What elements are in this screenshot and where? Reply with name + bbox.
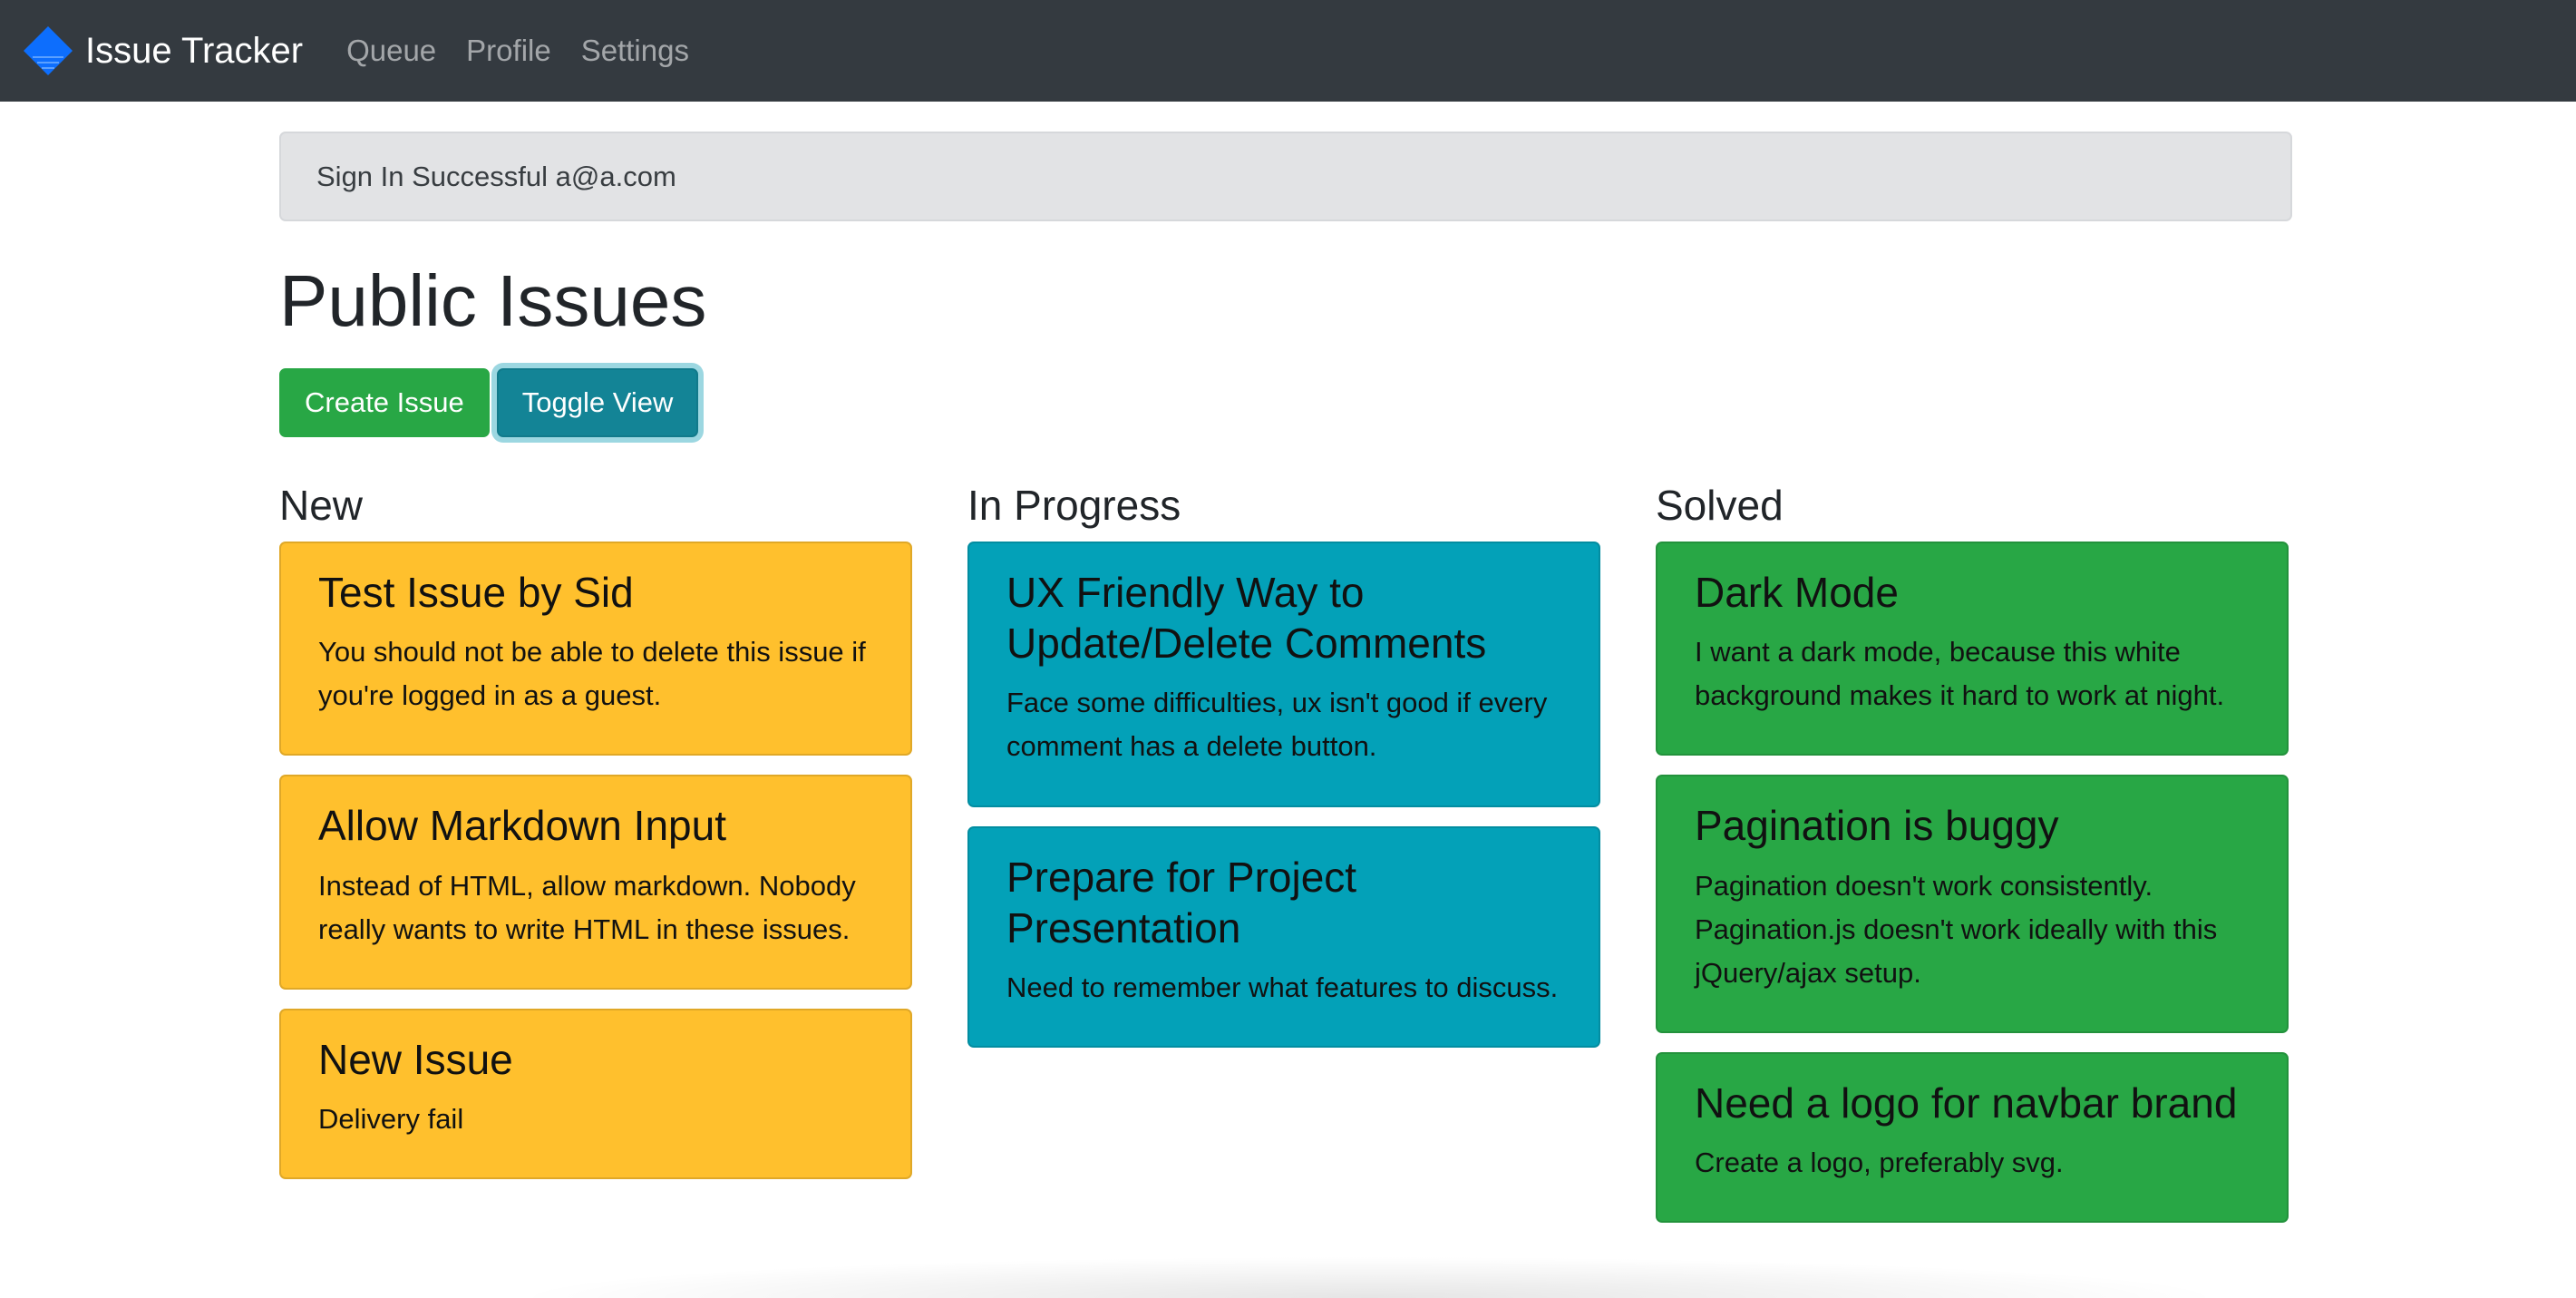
issue-title: Allow Markdown Input (318, 802, 726, 850)
navbar-brand[interactable]: Issue Tracker (22, 24, 303, 77)
issue-description: You should not be able to delete this is… (318, 636, 866, 712)
diamond-logo-icon (24, 26, 73, 75)
issue-title: New Issue (318, 1035, 513, 1083)
nav-link-profile[interactable]: Profile (466, 34, 551, 68)
issue-card[interactable]: Allow Markdown Input Instead of HTML, al… (279, 775, 912, 990)
issue-description: Delivery fail (318, 1102, 464, 1135)
nav-link-settings[interactable]: Settings (581, 34, 689, 68)
page-title: Public Issues (279, 260, 707, 341)
issue-card[interactable]: Prepare for Project Presentation Need to… (967, 825, 1600, 1048)
issue-title: UX Friendly Way to Update/Delete Comment… (1006, 569, 1487, 668)
issue-card[interactable]: Need a logo for navbar brand Create a lo… (1656, 1051, 2289, 1223)
column-title-in-progress: In Progress (967, 482, 1181, 529)
column-title-new: New (279, 482, 364, 529)
issue-title: Dark Mode (1695, 569, 1899, 617)
signin-alert: Sign In Successful a@a.com (279, 132, 2292, 221)
nav-link-queue[interactable]: Queue (346, 34, 436, 68)
column-solved: Solved Dark Mode I want a dark mode, bec… (1656, 481, 2289, 1242)
issue-card[interactable]: New Issue Delivery fail (279, 1008, 912, 1179)
create-issue-button[interactable]: Create Issue (279, 368, 490, 437)
issue-title: Prepare for Project Presentation (1006, 853, 1357, 952)
toggle-view-button[interactable]: Toggle View (496, 368, 699, 437)
issue-title: Pagination is buggy (1695, 802, 2059, 850)
issue-description: Create a logo, preferably svg. (1695, 1146, 2064, 1178)
issue-card[interactable]: Test Issue by Sid You should not be able… (279, 542, 912, 756)
column-in-progress: In Progress UX Friendly Way to Update/De… (967, 481, 1600, 1242)
top-navbar: Issue Tracker Queue Profile Settings (0, 0, 2576, 102)
main-container: Sign In Successful a@a.com Public Issues… (279, 132, 2292, 1242)
issue-title: Test Issue by Sid (318, 569, 634, 617)
nav-links: Queue Profile Settings (346, 34, 719, 68)
issue-card[interactable]: Pagination is buggy Pagination doesn't w… (1656, 775, 2289, 1033)
issue-description: Face some difficulties, ux isn't good if… (1006, 687, 1548, 763)
brand-name: Issue Tracker (85, 30, 304, 71)
column-title-solved: Solved (1656, 482, 1784, 529)
issue-card[interactable]: UX Friendly Way to Update/Delete Comment… (967, 542, 1600, 807)
issue-board: New Test Issue by Sid You should not be … (279, 481, 2292, 1242)
issue-description: Pagination doesn't work consistently. Pa… (1695, 869, 2218, 989)
action-buttons: Create Issue Toggle View (279, 368, 2292, 437)
issue-description: I want a dark mode, because this white b… (1695, 636, 2225, 712)
scroll-shadow (508, 1256, 2231, 1298)
issue-card[interactable]: Dark Mode I want a dark mode, because th… (1656, 542, 2289, 756)
issue-description: Instead of HTML, allow markdown. Nobody … (318, 869, 856, 945)
issue-description: Need to remember what features to discus… (1006, 971, 1559, 1003)
issue-title: Need a logo for navbar brand (1695, 1078, 2238, 1127)
column-new: New Test Issue by Sid You should not be … (279, 481, 912, 1242)
